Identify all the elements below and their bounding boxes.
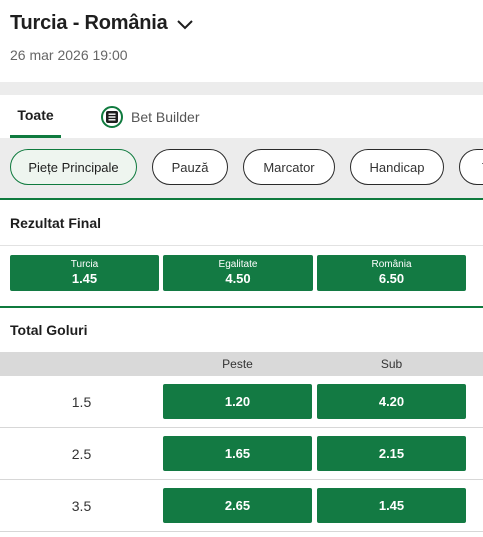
outcome-label: Egalitate [218, 259, 258, 270]
odds-button-under[interactable]: 4.20 [317, 384, 466, 419]
chip-label: Pauză [171, 159, 209, 175]
tab-bet-builder-label: Bet Builder [131, 108, 200, 125]
odds-button-home[interactable]: Turcia 1.45 [10, 255, 159, 291]
match-title: Turcia - România [10, 12, 168, 34]
chip-main-markets[interactable]: Piețe Principale [10, 149, 137, 185]
chevron-down-icon[interactable] [176, 15, 194, 33]
match-datetime: 26 mar 2026 19:00 [10, 47, 128, 63]
odds-value: 1.20 [224, 394, 251, 409]
market-filter-chips: Piețe Principale Pauză Marcator Handicap… [0, 138, 483, 198]
goals-market-title: Total Goluri [10, 322, 88, 338]
result-market: Rezultat Final Turcia 1.45 Egalitate 4.5… [0, 198, 483, 306]
goals-row: 1.5 1.20 4.20 [0, 376, 483, 428]
outcome-odds: 4.50 [225, 271, 251, 286]
odds-value: 1.65 [224, 446, 251, 461]
result-market-title: Rezultat Final [10, 215, 102, 231]
outcome-odds: 1.45 [71, 271, 98, 286]
chip-label: Handicap [369, 159, 425, 175]
match-header: Turcia - România 26 mar 2026 19:00 [0, 0, 483, 82]
tab-bet-builder[interactable]: Bet Builder [101, 95, 199, 138]
outcome-label: România [371, 259, 412, 270]
goals-market-header: Peste Sub [0, 352, 483, 376]
chip-handicap[interactable]: Handicap [350, 149, 444, 185]
goals-line: 1.5 [71, 394, 92, 410]
goals-row: 3.5 2.65 1.45 [0, 480, 483, 532]
outcome-odds: 6.50 [378, 271, 405, 286]
chip-halftime[interactable]: Pauză [152, 149, 228, 185]
odds-button-under[interactable]: 2.15 [317, 436, 466, 471]
chip-label: Piețe Principale [28, 159, 119, 175]
odds-button-over[interactable]: 1.20 [163, 384, 312, 419]
goals-line: 3.5 [71, 498, 92, 514]
odds-button-over[interactable]: 2.65 [163, 488, 312, 523]
tab-all-label: Toate [17, 107, 54, 123]
odds-button-over[interactable]: 1.65 [163, 436, 312, 471]
chip-more[interactable]: T [459, 149, 483, 185]
market-tabs: Toate Bet Builder [0, 95, 483, 138]
outcome-label: Turcia [70, 259, 99, 270]
chip-scorer[interactable]: Marcator [243, 149, 335, 185]
bet-builder-icon [101, 105, 123, 128]
odds-value: 4.20 [378, 394, 405, 409]
odds-button-under[interactable]: 1.45 [317, 488, 466, 523]
divider [0, 82, 483, 95]
chip-label: Marcator [263, 159, 315, 175]
goals-line: 2.5 [71, 446, 92, 462]
divider [0, 245, 483, 246]
tab-all[interactable]: Toate [10, 95, 61, 138]
odds-value: 1.45 [378, 498, 405, 513]
odds-value: 2.65 [224, 498, 251, 513]
odds-value: 2.15 [378, 446, 405, 461]
goals-market: Total Goluri [0, 306, 483, 352]
match-selector[interactable]: Turcia - România [10, 12, 194, 35]
over-header: Peste [222, 357, 253, 371]
under-header: Sub [380, 357, 403, 371]
goals-row: 2.5 1.65 2.15 [0, 428, 483, 480]
odds-button-draw[interactable]: Egalitate 4.50 [163, 255, 313, 291]
odds-button-away[interactable]: România 6.50 [317, 255, 466, 291]
